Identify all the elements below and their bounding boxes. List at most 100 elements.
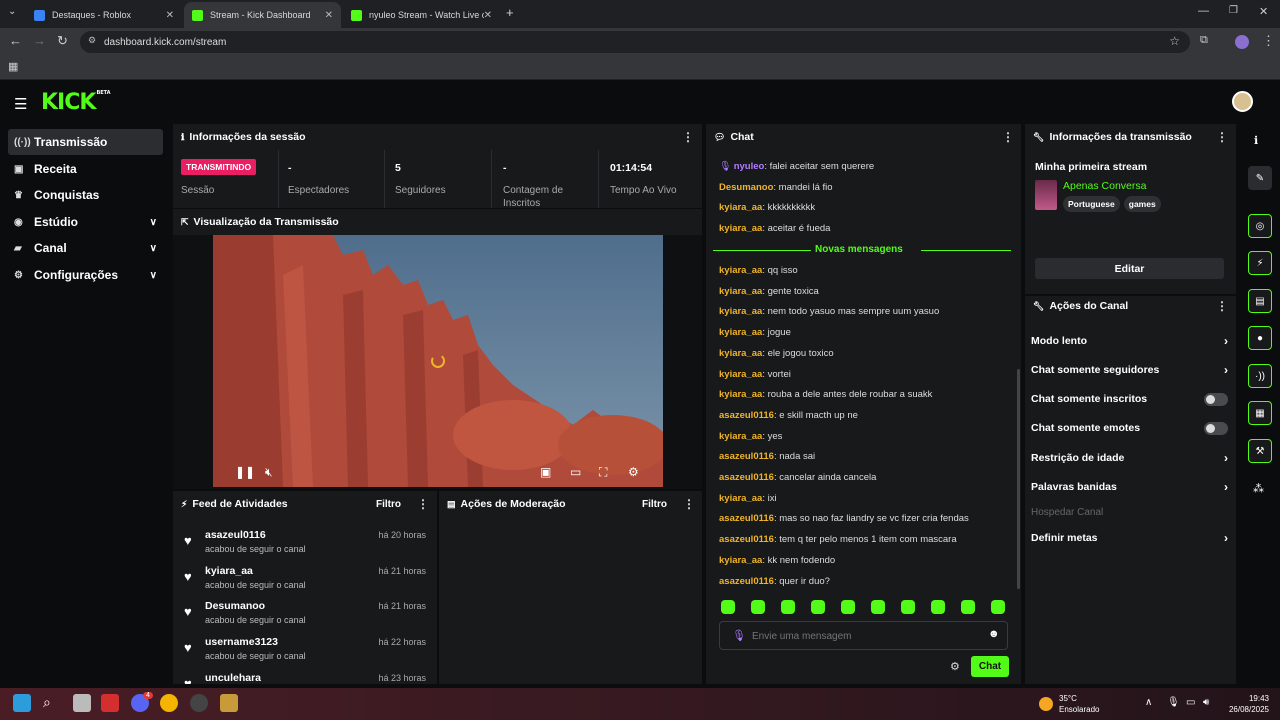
tab-search-icon[interactable]: ⌄: [8, 6, 16, 17]
chat-username[interactable]: kyiara_aa: [719, 389, 762, 400]
chat-username[interactable]: asazeul0116: [719, 534, 774, 545]
more-options-icon[interactable]: ⋮: [1002, 130, 1014, 144]
subscribers-only-toggle[interactable]: [1204, 392, 1228, 406]
emote-icon[interactable]: [871, 600, 885, 614]
sidebar-item-conquistas[interactable]: ♛ Conquistas: [8, 182, 163, 208]
feed-username[interactable]: unculehara: [205, 672, 261, 684]
emote-icon[interactable]: [931, 600, 945, 614]
feed-username[interactable]: asazeul0116: [205, 529, 266, 541]
picture-in-picture-icon[interactable]: ▣: [540, 465, 551, 479]
action-followers-only-chat[interactable]: Chat somente seguidores ›: [1031, 360, 1228, 380]
task-view-icon[interactable]: [73, 694, 91, 712]
chat-input[interactable]: 🎙︎ ☻: [719, 621, 1008, 650]
extensions-icon[interactable]: ⧉: [1200, 34, 1208, 47]
volume-icon[interactable]: 🔊︎: [1203, 697, 1209, 708]
chat-username[interactable]: kyiara_aa: [719, 286, 762, 297]
sidebar-item-estudio[interactable]: ◉ Estúdio ∨: [8, 209, 163, 235]
close-window-icon[interactable]: ✕: [1259, 5, 1268, 18]
minimize-icon[interactable]: —: [1198, 5, 1209, 17]
lightning-icon[interactable]: ⚡︎: [1248, 251, 1272, 275]
chat-username[interactable]: asazeul0116: [719, 513, 774, 524]
chat-username[interactable]: asazeul0116: [719, 451, 774, 462]
feed-username[interactable]: username3123: [205, 636, 278, 648]
chat-username[interactable]: kyiara_aa: [719, 348, 762, 359]
profile-avatar[interactable]: [1235, 35, 1249, 49]
weather-sun-icon[interactable]: [1039, 697, 1053, 711]
more-options-icon[interactable]: ⋮: [1216, 299, 1228, 313]
search-icon[interactable]: ⌕: [43, 694, 61, 712]
camera-icon[interactable]: ◎: [1248, 214, 1272, 238]
wrench-icon[interactable]: ⚒: [1248, 439, 1272, 463]
chrome-icon[interactable]: [160, 694, 178, 712]
send-chat-button[interactable]: Chat: [971, 656, 1009, 677]
category-link[interactable]: Apenas Conversa: [1063, 180, 1146, 192]
emote-icon[interactable]: [961, 600, 975, 614]
chat-message-input[interactable]: [752, 628, 972, 644]
chat-username[interactable]: kyiara_aa: [719, 327, 762, 338]
maximize-icon[interactable]: ❐: [1229, 5, 1238, 16]
chat-username[interactable]: nyuleo: [734, 161, 765, 172]
more-options-icon[interactable]: ⋮: [417, 497, 429, 511]
action-slow-mode[interactable]: Modo lento ›: [1031, 331, 1228, 351]
kick-logo[interactable]: KICKBETA: [41, 90, 111, 115]
emote-icon[interactable]: [811, 600, 825, 614]
tab-roblox[interactable]: Destaques - Roblox ✕: [26, 2, 182, 28]
hamburger-menu-icon[interactable]: ☰: [14, 95, 27, 113]
feed-username[interactable]: kyiara_aa: [205, 565, 253, 577]
close-tab-icon[interactable]: ✕: [166, 10, 174, 21]
emoji-picker-icon[interactable]: ☻: [988, 628, 1000, 640]
action-set-goals[interactable]: Definir metas ›: [1031, 528, 1228, 548]
close-tab-icon[interactable]: ✕: [325, 10, 333, 21]
sidebar-item-transmissao[interactable]: ((·)) Transmissão: [8, 129, 163, 155]
close-tab-icon[interactable]: ✕: [484, 10, 492, 21]
chat-username[interactable]: kyiara_aa: [719, 431, 762, 442]
network-icon[interactable]: ▭: [1186, 697, 1195, 708]
edit-pencil-icon[interactable]: ✎: [1248, 166, 1272, 190]
new-tab-icon[interactable]: +: [506, 5, 514, 20]
clipboard-icon[interactable]: ▤: [1248, 289, 1272, 313]
microphone-tray-icon[interactable]: 🎙︎: [1167, 697, 1180, 708]
chat-username[interactable]: kyiara_aa: [719, 202, 762, 213]
theater-mode-icon[interactable]: ▭: [570, 465, 581, 479]
tab-kick-dashboard[interactable]: Stream - Kick Dashboard ✕: [184, 2, 341, 28]
more-options-icon[interactable]: ⋮: [1216, 130, 1228, 144]
layers-icon[interactable]: ▦: [1248, 401, 1272, 425]
emote-icon[interactable]: [781, 600, 795, 614]
chat-username[interactable]: asazeul0116: [719, 410, 774, 421]
mute-icon[interactable]: 🔇︎: [265, 465, 273, 480]
chat-bubble-icon[interactable]: ●: [1248, 326, 1272, 350]
chat-username[interactable]: kyiara_aa: [719, 223, 762, 234]
browser-menu-icon[interactable]: ⋮: [1262, 33, 1275, 49]
action-banned-words[interactable]: Palavras banidas ›: [1031, 477, 1228, 497]
chat-scrollbar[interactable]: [1017, 369, 1020, 589]
emote-icon[interactable]: [841, 600, 855, 614]
chat-username[interactable]: asazeul0116: [719, 576, 774, 587]
steam-icon[interactable]: [190, 694, 208, 712]
apps-grid-icon[interactable]: ▦: [8, 60, 18, 73]
emotes-only-toggle[interactable]: [1204, 421, 1228, 435]
emote-icon[interactable]: [721, 600, 735, 614]
chat-username[interactable]: asazeul0116: [719, 472, 774, 483]
share-icon[interactable]: ⁂: [1253, 482, 1264, 495]
sidebar-item-receita[interactable]: ▣ Receita: [8, 156, 163, 182]
action-age-restriction[interactable]: Restrição de idade ›: [1031, 448, 1228, 468]
filter-button[interactable]: Filtro: [642, 499, 667, 510]
chat-username[interactable]: kyiara_aa: [719, 306, 762, 317]
emote-icon[interactable]: [751, 600, 765, 614]
bookmark-star-icon[interactable]: ☆: [1169, 34, 1180, 48]
sidebar-item-canal[interactable]: ▰ Canal ∨: [8, 235, 163, 261]
chevron-up-icon[interactable]: ∧: [1145, 697, 1152, 708]
chat-username[interactable]: kyiara_aa: [719, 493, 762, 504]
amd-icon[interactable]: [101, 694, 119, 712]
pause-icon[interactable]: ❚❚: [235, 465, 255, 479]
site-info-icon[interactable]: ⚙: [88, 35, 96, 46]
more-options-icon[interactable]: ⋮: [682, 130, 694, 144]
more-options-icon[interactable]: ⋮: [683, 497, 695, 511]
filter-button[interactable]: Filtro: [376, 499, 401, 510]
chat-settings-gear-icon[interactable]: ⚙: [950, 660, 960, 673]
chat-username[interactable]: kyiara_aa: [719, 265, 762, 276]
emote-icon[interactable]: [901, 600, 915, 614]
broadcast-icon[interactable]: ·)): [1248, 364, 1272, 388]
back-icon[interactable]: ←: [9, 33, 22, 48]
settings-gear-icon[interactable]: ⚙: [628, 465, 639, 479]
